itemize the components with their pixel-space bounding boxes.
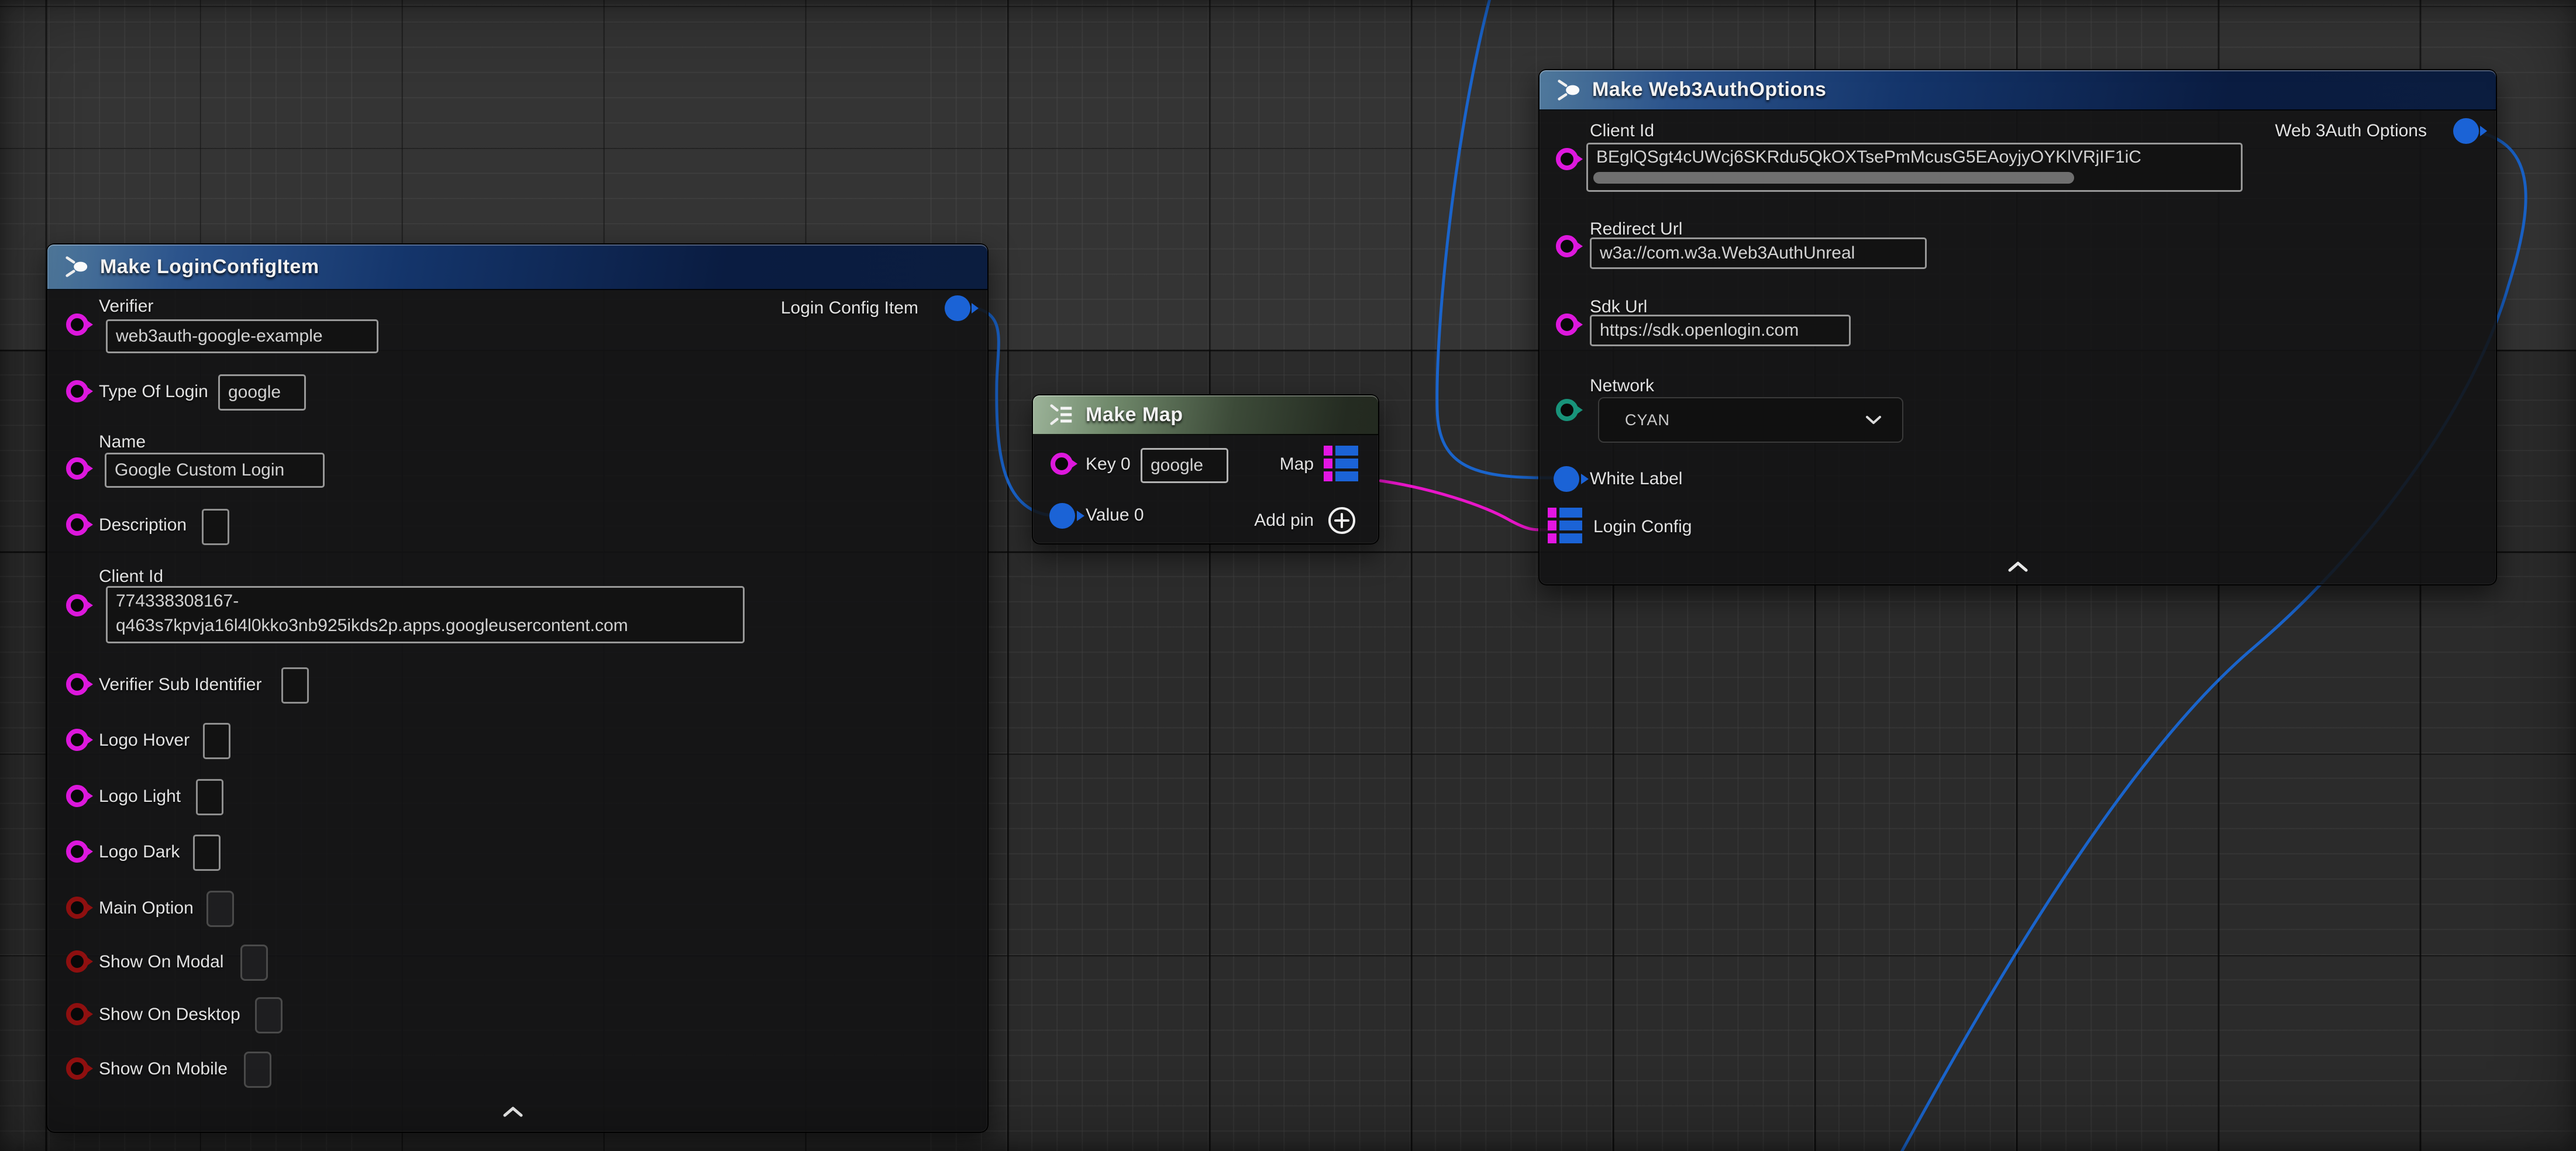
verifier-sub-identifier-input[interactable] [281, 667, 309, 704]
collapse-node-chevron-icon[interactable] [501, 1105, 525, 1118]
pin-label-white-label: White Label [1590, 467, 1682, 491]
pin-white-label[interactable] [1554, 466, 1579, 492]
sdk-url-input[interactable]: https://sdk.openlogin.com [1590, 315, 1851, 346]
collapse-node-chevron-icon[interactable] [2006, 560, 2030, 573]
node-make-loginconfigitem[interactable]: Make LoginConfigItem Verifier web3auth-g… [46, 243, 989, 1133]
pin-label-show-on-desktop: Show On Desktop [99, 1003, 240, 1026]
pin-logo-dark[interactable] [66, 840, 88, 863]
wire-offscreen-to-whitelabel[interactable] [1437, 0, 1552, 478]
type-of-login-input[interactable]: google [218, 374, 306, 411]
client-id-input[interactable]: 774338308167- q463s7kpvja16l4l0kko3nb925… [106, 586, 745, 643]
pin-redirect-url[interactable] [1556, 235, 1578, 257]
pin-label-map-output: Map [1280, 453, 1314, 476]
pin-label-name: Name [99, 430, 146, 454]
pin-show-on-desktop[interactable] [66, 1003, 88, 1025]
make-map-icon [1048, 401, 1075, 428]
add-pin-label: Add pin [1254, 509, 1314, 532]
add-pin-button[interactable]: Add pin [1254, 505, 1357, 536]
pin-value-0[interactable] [1049, 503, 1075, 529]
redirect-url-input[interactable]: w3a://com.w3a.Web3AuthUnreal [1590, 237, 1927, 269]
make-struct-icon [1555, 77, 1582, 104]
node-make-web3authoptions[interactable]: Make Web3AuthOptions Client Id Web 3Auth… [1538, 69, 2497, 585]
description-input[interactable] [202, 509, 229, 545]
node-title: Make Web3AuthOptions [1592, 78, 1826, 101]
pin-label-verifier: Verifier [99, 295, 153, 318]
pin-logo-hover[interactable] [66, 729, 88, 751]
pin-label-show-on-mobile: Show On Mobile [99, 1057, 228, 1081]
logo-light-input[interactable] [196, 779, 223, 815]
pin-key-0[interactable] [1051, 453, 1073, 475]
pin-label-description: Description [99, 514, 187, 537]
main-option-checkbox[interactable] [206, 891, 234, 927]
pin-label-key-0: Key 0 [1086, 453, 1131, 476]
pin-label-logo-dark: Logo Dark [99, 840, 180, 864]
pin-network[interactable] [1556, 399, 1578, 421]
chevron-down-icon [1865, 415, 1882, 425]
node-header-make-map[interactable]: Make Map [1033, 395, 1378, 435]
pin-verifier[interactable] [66, 313, 88, 336]
pin-label-client-id: Client Id [1590, 119, 1654, 143]
show-on-desktop-checkbox[interactable] [255, 997, 283, 1033]
pin-description[interactable] [66, 514, 88, 536]
logo-dark-input[interactable] [193, 835, 221, 871]
make-struct-icon [63, 253, 89, 280]
node-header-make-loginconfigitem[interactable]: Make LoginConfigItem [47, 244, 987, 290]
pin-logo-light[interactable] [66, 785, 88, 807]
pin-client-id[interactable] [1556, 148, 1578, 170]
node-title: Make Map [1086, 404, 1183, 426]
pin-login-config[interactable] [1548, 508, 1582, 543]
pin-label-main-option: Main Option [99, 897, 194, 920]
pin-login-config-item-output[interactable] [945, 295, 970, 321]
client-id-scrollbar[interactable] [1593, 172, 2074, 184]
pin-label-login-config: Login Config [1593, 515, 1692, 539]
node-make-map[interactable]: Make Map Key 0 google Map Value 0 Add pi… [1032, 394, 1379, 545]
pin-sdk-url[interactable] [1556, 313, 1578, 336]
client-id-line1: 774338308167- [116, 589, 628, 614]
pin-web3auth-options-output[interactable] [2453, 118, 2479, 144]
pin-label-web3auth-options: Web 3Auth Options [2275, 119, 2427, 143]
blueprint-graph-canvas[interactable]: Make LoginConfigItem Verifier web3auth-g… [0, 0, 2576, 1151]
wire-map-to-loginconfig[interactable] [1380, 481, 1551, 530]
pin-label-verifier-sub-identifier: Verifier Sub Identifier [99, 673, 261, 697]
pin-show-on-mobile[interactable] [66, 1057, 88, 1080]
pin-type-of-login[interactable] [66, 380, 88, 402]
pin-label-network: Network [1590, 374, 1654, 398]
show-on-mobile-checkbox[interactable] [244, 1052, 271, 1088]
pin-client-id[interactable] [66, 594, 88, 616]
network-dropdown-value: CYAN [1625, 411, 1670, 429]
pin-name[interactable] [66, 457, 88, 480]
node-title: Make LoginConfigItem [100, 256, 319, 278]
logo-hover-input[interactable] [203, 723, 230, 759]
network-dropdown[interactable]: CYAN [1598, 397, 1903, 443]
verifier-input[interactable]: web3auth-google-example [106, 319, 378, 353]
pin-verifier-sub-identifier[interactable] [66, 673, 88, 695]
pin-label-client-id: Client Id [99, 565, 163, 588]
pin-label-login-config-item: Login Config Item [781, 297, 918, 320]
pin-label-value-0: Value 0 [1086, 504, 1144, 527]
client-id-line2: q463s7kpvja16l4l0kko3nb925ikds2p.apps.go… [116, 614, 628, 638]
show-on-modal-checkbox[interactable] [240, 945, 268, 981]
client-id-input[interactable]: BEglQSgt4cUWcj6SKRdu5QkOXTsePmMcusG5EAoy… [1586, 143, 2243, 192]
node-header-make-web3authoptions[interactable]: Make Web3AuthOptions [1540, 70, 2496, 111]
key-0-input[interactable]: google [1141, 448, 1228, 483]
pin-show-on-modal[interactable] [66, 950, 88, 973]
pin-label-logo-hover: Logo Hover [99, 729, 190, 752]
pin-label-show-on-modal: Show On Modal [99, 950, 223, 974]
pin-main-option[interactable] [66, 897, 88, 919]
pin-map-output[interactable] [1324, 446, 1358, 481]
pin-label-logo-light: Logo Light [99, 785, 181, 808]
name-input[interactable]: Google Custom Login [105, 453, 325, 488]
add-pin-plus-icon [1327, 505, 1357, 536]
pin-label-type-of-login: Type Of Login [99, 380, 208, 404]
